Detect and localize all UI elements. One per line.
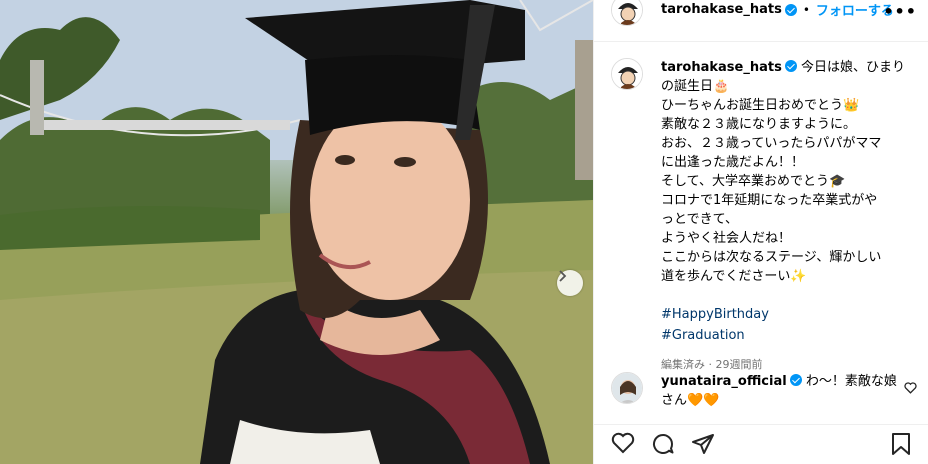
caption-author-avatar[interactable] [611,58,643,90]
caption-line: っとできて、 [661,212,738,227]
separator-dot: • [802,2,810,17]
follow-button[interactable]: フォローする [816,0,894,19]
comment-text: yunataira_official わ〜！素敵な娘 さん🧡🧡 [661,372,901,410]
chevron-right-icon [559,270,567,282]
verified-badge-icon [789,374,802,386]
more-options-icon[interactable]: ••• [883,2,917,21]
caption-line: そして、大学卒業おめでとう🎓 [661,174,846,189]
post-photo [0,0,593,464]
caption-first-line: tarohakase_hats 今日は娘、ひまり [661,58,911,77]
author-username[interactable]: tarohakase_hats [661,2,782,17]
comment-item: yunataira_official わ〜！素敵な娘 さん🧡🧡 [611,372,928,410]
post-side-panel: tarohakase_hats • フォローする ••• tarohakase_… [593,0,928,464]
author-avatar[interactable] [611,0,643,26]
comment-like-heart-icon[interactable] [904,382,917,394]
commenter-avatar[interactable] [611,372,643,404]
avatar-photo-icon [612,373,642,403]
caption-line: ようやく社会人だね！ [661,231,792,246]
caption-line: の誕生日🎂 [661,79,730,94]
verified-badge-icon [784,60,797,72]
post-actions [594,424,928,464]
hashtag-link[interactable]: #Graduation [661,326,911,345]
caption-line: に出逢った歳だよん！！ [661,155,805,170]
post-header: tarohakase_hats • フォローする ••• [594,0,928,27]
caption-author[interactable]: tarohakase_hats [661,60,782,75]
post-caption: tarohakase_hats 今日は娘、ひまり の誕生日🎂 ひーちゃんお誕生日… [611,58,911,374]
caption-line: ひーちゃんお誕生日おめでとう👑 [661,98,860,113]
share-icon[interactable] [691,432,715,456]
avatar-illustration-icon [612,0,642,25]
follow-label: フォロー [815,4,868,19]
comment-body-line2: さん🧡🧡 [661,393,720,408]
next-photo-button[interactable] [557,270,583,296]
bookmark-icon[interactable] [890,432,912,456]
caption-line: 素敵な２３歳になりますように。 [661,117,857,132]
caption-line: コロナで1年延期になった卒業式がや [661,193,878,208]
caption-line: ここからは次なるステージ、輝かしい [661,250,882,265]
comment-icon[interactable] [651,432,675,456]
caption-text: tarohakase_hats 今日は娘、ひまり の誕生日🎂 ひーちゃんお誕生日… [661,58,911,374]
heart-icon[interactable] [611,432,635,454]
graduation-photo [0,0,593,464]
verified-badge-icon [784,3,797,16]
caption-line: おお、２３歳っていったらパパがママ [661,136,882,151]
caption-line: 道を歩んでくださーい✨ [661,269,807,284]
header-divider [594,41,928,42]
comment-body: わ〜！素敵な娘 [805,374,897,389]
avatar-illustration-icon [612,59,642,89]
caption-line: 今日は娘、ひまり [800,60,905,75]
commenter-username[interactable]: yunataira_official [661,374,787,389]
hashtag-link[interactable]: #HappyBirthday [661,305,911,324]
